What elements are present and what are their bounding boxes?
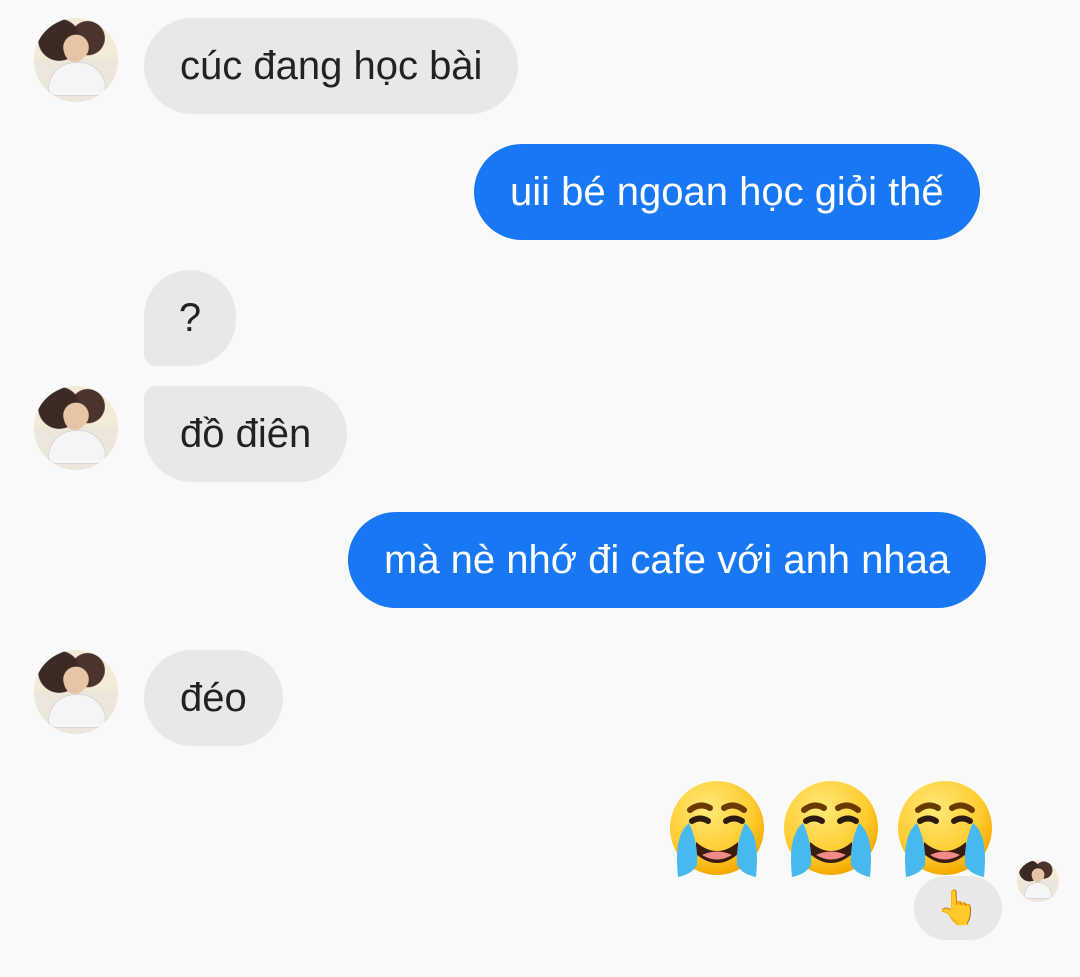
contact-avatar-1[interactable] (34, 18, 118, 102)
incoming-message-3[interactable]: đồ điên (144, 386, 348, 482)
loudly-crying-face-icon: 😭 (890, 776, 1000, 886)
contact-avatar-3[interactable] (34, 650, 118, 734)
reaction-pill[interactable]: 👆 (914, 876, 1002, 940)
outgoing-message-1[interactable]: uii bé ngoan học giỏi thế (474, 144, 980, 240)
loudly-crying-face-icon: 😭 (662, 776, 772, 886)
incoming-message-1[interactable]: cúc đang học bài (144, 18, 519, 114)
loudly-crying-face-icon: 😭 (776, 776, 886, 886)
pointing-up-reaction: 👆 (936, 889, 980, 927)
seen-avatar[interactable] (1017, 860, 1059, 902)
incoming-message-4[interactable]: đéo (144, 650, 283, 746)
incoming-message-2[interactable]: ? (144, 270, 236, 366)
emoji-message[interactable]: 😭 😭 (662, 776, 1002, 886)
contact-avatar-2[interactable] (34, 386, 118, 470)
outgoing-message-2[interactable]: mà nè nhớ đi cafe với anh nhaa (348, 512, 987, 608)
